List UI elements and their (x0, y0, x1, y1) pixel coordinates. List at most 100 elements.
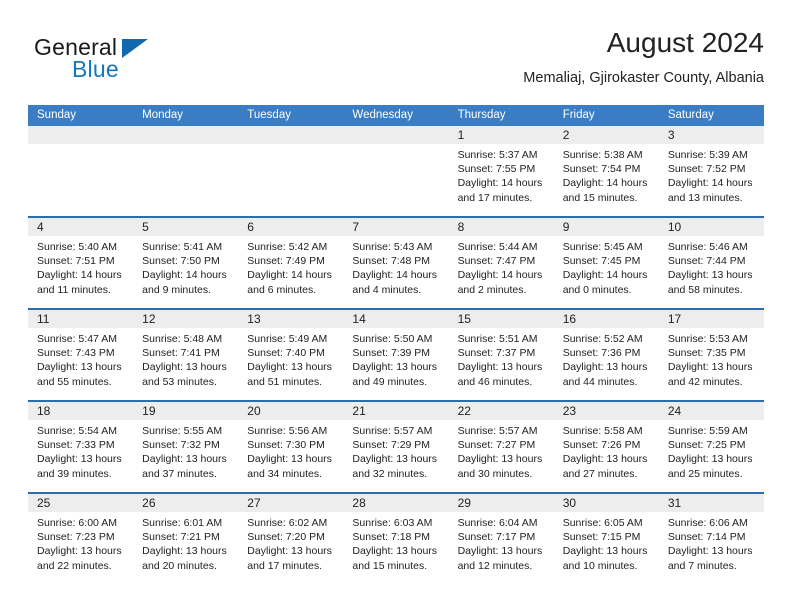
day-details: Sunrise: 6:05 AM Sunset: 7:15 PM Dayligh… (554, 512, 659, 573)
calendar-day-cell-21[interactable]: 21 Sunrise: 5:57 AM Sunset: 7:29 PM Dayl… (343, 402, 449, 492)
daylight-text-line1: Daylight: 13 hours (562, 545, 648, 558)
calendar-day-cell-29[interactable]: 29 Sunrise: 6:04 AM Sunset: 7:17 PM Dayl… (448, 494, 554, 584)
day-number: 27 (247, 496, 261, 510)
calendar-day-cell-8[interactable]: 8 Sunrise: 5:44 AM Sunset: 7:47 PM Dayli… (448, 218, 554, 308)
calendar-day-cell-6[interactable]: 6 Sunrise: 5:42 AM Sunset: 7:49 PM Dayli… (238, 218, 344, 308)
calendar-day-cell-17[interactable]: 17 Sunrise: 5:53 AM Sunset: 7:35 PM Dayl… (658, 310, 764, 400)
daylight-text-line1: Daylight: 14 hours (457, 269, 543, 282)
day-number: 21 (352, 404, 366, 418)
daylight-text-line1: Daylight: 13 hours (247, 453, 332, 466)
daylight-text-line2: and 20 minutes. (142, 559, 217, 572)
sunset-text: Sunset: 7:36 PM (562, 347, 641, 360)
calendar-day-cell-18[interactable]: 18 Sunrise: 5:54 AM Sunset: 7:33 PM Dayl… (28, 402, 134, 492)
day-details: Sunrise: 5:37 AM Sunset: 7:55 PM Dayligh… (449, 144, 554, 205)
calendar-day-cell-28[interactable]: 28 Sunrise: 6:03 AM Sunset: 7:18 PM Dayl… (343, 494, 449, 584)
day-number-bar: 18 (28, 402, 134, 420)
sunset-text: Sunset: 7:49 PM (247, 255, 325, 268)
calendar-day-cell-5[interactable]: 5 Sunrise: 5:41 AM Sunset: 7:50 PM Dayli… (133, 218, 239, 308)
day-number-bar: 30 (553, 494, 659, 512)
day-number-bar: 12 (133, 310, 239, 328)
daylight-text-line1: Daylight: 13 hours (457, 361, 543, 374)
calendar-day-cell-26[interactable]: 26 Sunrise: 6:01 AM Sunset: 7:21 PM Dayl… (133, 494, 239, 584)
day-details: Sunrise: 5:54 AM Sunset: 7:33 PM Dayligh… (28, 420, 133, 481)
sunrise-text: Sunrise: 6:01 AM (142, 517, 223, 529)
daylight-text-line1: Daylight: 13 hours (667, 269, 753, 282)
day-details: Sunrise: 5:50 AM Sunset: 7:39 PM Dayligh… (343, 328, 448, 389)
calendar-weeks: 1 Sunrise: 5:37 AM Sunset: 7:55 PM Dayli… (28, 126, 764, 584)
calendar-day-cell-19[interactable]: 19 Sunrise: 5:55 AM Sunset: 7:32 PM Dayl… (133, 402, 239, 492)
calendar-day-cell-1[interactable]: 1 Sunrise: 5:37 AM Sunset: 7:55 PM Dayli… (448, 126, 554, 216)
daylight-text-line2: and 2 minutes. (457, 283, 527, 296)
day-details: Sunrise: 5:47 AM Sunset: 7:43 PM Dayligh… (28, 328, 133, 389)
day-number: 6 (247, 220, 254, 234)
calendar-day-cell-12[interactable]: 12 Sunrise: 5:48 AM Sunset: 7:41 PM Dayl… (133, 310, 239, 400)
day-number: 19 (142, 404, 156, 418)
sunset-text: Sunset: 7:45 PM (562, 255, 641, 268)
daylight-text-line1: Daylight: 14 hours (37, 269, 122, 282)
calendar-day-cell-24[interactable]: 24 Sunrise: 5:59 AM Sunset: 7:25 PM Dayl… (658, 402, 764, 492)
calendar-day-cell-14[interactable]: 14 Sunrise: 5:50 AM Sunset: 7:39 PM Dayl… (343, 310, 449, 400)
daylight-text-line2: and 32 minutes. (352, 467, 428, 480)
calendar-day-cell-9[interactable]: 9 Sunrise: 5:45 AM Sunset: 7:45 PM Dayli… (553, 218, 659, 308)
calendar-day-cell-20[interactable]: 20 Sunrise: 5:56 AM Sunset: 7:30 PM Dayl… (238, 402, 344, 492)
calendar-day-cell-10[interactable]: 10 Sunrise: 5:46 AM Sunset: 7:44 PM Dayl… (658, 218, 764, 308)
sunset-text: Sunset: 7:23 PM (37, 531, 115, 544)
weekday-header-wednesday: Wednesday (352, 109, 413, 121)
daylight-text-line2: and 6 minutes. (247, 283, 317, 296)
daylight-text-line2: and 11 minutes. (37, 283, 111, 296)
title-block: August 2024 Memaliaj, Gjirokaster County… (523, 26, 764, 90)
calendar-day-cell-11[interactable]: 11 Sunrise: 5:47 AM Sunset: 7:43 PM Dayl… (28, 310, 134, 400)
day-number: 24 (667, 404, 682, 418)
calendar-day-cell-25[interactable]: 25 Sunrise: 6:00 AM Sunset: 7:23 PM Dayl… (28, 494, 134, 584)
sunset-text: Sunset: 7:44 PM (667, 255, 746, 268)
daylight-text-line2: and 46 minutes. (457, 375, 533, 388)
daylight-text-line2: and 0 minutes. (562, 283, 632, 296)
calendar-day-cell-27[interactable]: 27 Sunrise: 6:02 AM Sunset: 7:20 PM Dayl… (238, 494, 344, 584)
day-details: Sunrise: 5:48 AM Sunset: 7:41 PM Dayligh… (133, 328, 238, 389)
calendar-day-cell-empty (133, 126, 239, 216)
calendar-day-cell-23[interactable]: 23 Sunrise: 5:58 AM Sunset: 7:26 PM Dayl… (553, 402, 659, 492)
day-number-bar: 29 (448, 494, 554, 512)
calendar-day-cell-3[interactable]: 3 Sunrise: 5:39 AM Sunset: 7:52 PM Dayli… (658, 126, 764, 216)
day-number: 9 (562, 220, 570, 234)
sunrise-text: Sunrise: 5:49 AM (247, 333, 328, 345)
daylight-text-line1: Daylight: 13 hours (562, 453, 648, 466)
calendar-day-cell-22[interactable]: 22 Sunrise: 5:57 AM Sunset: 7:27 PM Dayl… (448, 402, 554, 492)
day-number: 26 (142, 496, 156, 510)
daylight-text-line1: Daylight: 14 hours (457, 177, 543, 190)
sunrise-text: Sunrise: 6:03 AM (352, 517, 433, 529)
day-details: Sunrise: 5:53 AM Sunset: 7:35 PM Dayligh… (659, 328, 764, 389)
day-number-bar: 8 (448, 218, 554, 236)
day-number-bar (238, 126, 344, 144)
day-number-bar: 14 (343, 310, 449, 328)
calendar-week-row-5: 25 Sunrise: 6:00 AM Sunset: 7:23 PM Dayl… (28, 492, 764, 584)
day-number: 30 (562, 496, 577, 510)
calendar-day-cell-2[interactable]: 2 Sunrise: 5:38 AM Sunset: 7:54 PM Dayli… (553, 126, 659, 216)
calendar-day-cell-4[interactable]: 4 Sunrise: 5:40 AM Sunset: 7:51 PM Dayli… (28, 218, 134, 308)
calendar-day-cell-30[interactable]: 30 Sunrise: 6:05 AM Sunset: 7:15 PM Dayl… (553, 494, 659, 584)
day-number: 3 (667, 128, 675, 142)
calendar-day-cell-empty (343, 126, 449, 216)
day-details (133, 144, 238, 148)
daylight-text-line1: Daylight: 13 hours (457, 453, 543, 466)
sunrise-text: Sunrise: 5:48 AM (142, 333, 223, 345)
sunset-text: Sunset: 7:21 PM (142, 531, 220, 544)
weekday-header-friday: Friday (562, 109, 595, 121)
day-number-bar: 19 (133, 402, 239, 420)
sunset-text: Sunset: 7:32 PM (142, 439, 220, 452)
calendar-day-cell-16[interactable]: 16 Sunrise: 5:52 AM Sunset: 7:36 PM Dayl… (553, 310, 659, 400)
day-details: Sunrise: 5:55 AM Sunset: 7:32 PM Dayligh… (133, 420, 238, 481)
generalblue-logo[interactable]: General Blue (34, 34, 214, 86)
calendar-day-cell-31[interactable]: 31 Sunrise: 6:06 AM Sunset: 7:14 PM Dayl… (658, 494, 764, 584)
calendar-day-cell-empty (238, 126, 344, 216)
day-details: Sunrise: 5:44 AM Sunset: 7:47 PM Dayligh… (449, 236, 554, 297)
day-number-bar: 27 (238, 494, 344, 512)
daylight-text-line2: and 44 minutes. (562, 375, 638, 388)
calendar-day-cell-15[interactable]: 15 Sunrise: 5:51 AM Sunset: 7:37 PM Dayl… (448, 310, 554, 400)
sunrise-text: Sunrise: 5:57 AM (457, 425, 538, 437)
calendar-day-cell-7[interactable]: 7 Sunrise: 5:43 AM Sunset: 7:48 PM Dayli… (343, 218, 449, 308)
day-number-bar: 20 (238, 402, 344, 420)
sunset-text: Sunset: 7:55 PM (457, 163, 536, 176)
daylight-text-line1: Daylight: 13 hours (562, 361, 648, 374)
calendar-day-cell-13[interactable]: 13 Sunrise: 5:49 AM Sunset: 7:40 PM Dayl… (238, 310, 344, 400)
